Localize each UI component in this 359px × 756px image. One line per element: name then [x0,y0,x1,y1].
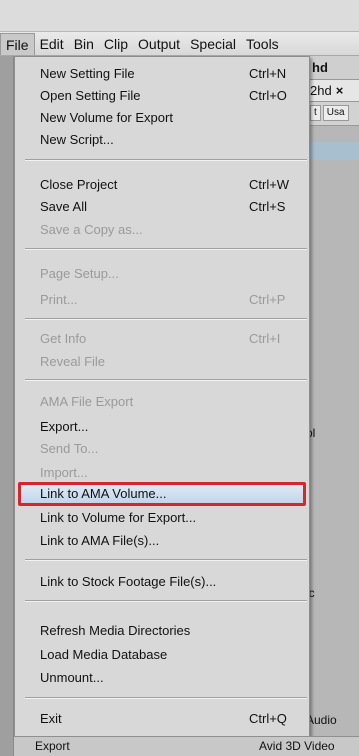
bin-tab-label: 2hd [310,83,332,98]
menu-item-label: Reveal File [40,354,106,369]
menu-item-label: Link to Volume for Export... [40,510,197,525]
menu-separator [25,248,307,250]
menu-item-link-to-stock-footage[interactable]: Link to Stock Footage File(s)... [15,571,309,593]
menu-item-shortcut: Ctrl+S [249,199,286,214]
menu-item-send-to: Send To... [15,438,309,460]
menu-item-label: Refresh Media Directories [40,623,191,638]
menu-clip[interactable]: Clip [99,33,133,55]
menu-item-import: Import... [15,462,309,484]
left-panel-edge [0,56,14,756]
menu-item-label: AMA File Export [40,394,134,409]
file-menu-dropdown: New Setting File Ctrl+N Open Setting Fil… [14,56,310,739]
menu-item-shortcut: Ctrl+P [249,292,286,307]
bin-usage-tab[interactable]: Usa [322,105,349,121]
menu-item-new-script[interactable]: New Script... [15,129,309,151]
menu-item-label: Send To... [40,441,99,456]
app-window: File Edit Bin Clip Output Special Tools … [0,0,359,756]
menu-item-label: Close Project [40,177,118,192]
menu-item-reveal-file: Reveal File [15,351,309,373]
menu-bin[interactable]: Bin [69,33,99,55]
menu-item-get-info: Get Info Ctrl+I [15,328,309,350]
menu-item-close-project[interactable]: Close Project Ctrl+W [15,174,309,196]
menu-separator [25,379,307,381]
menu-item-refresh-media-directories[interactable]: Refresh Media Directories [15,620,309,642]
menu-item-save-all[interactable]: Save All Ctrl+S [15,196,309,218]
menu-item-new-setting-file[interactable]: New Setting File Ctrl+N [15,63,309,85]
menu-item-link-to-ama-files[interactable]: Link to AMA File(s)... [15,530,309,552]
menu-item-shortcut: Ctrl+I [249,331,281,346]
menu-item-save-a-copy-as: Save a Copy as... [15,219,309,241]
bin-view-tab[interactable]: t [310,105,321,121]
menu-item-shortcut: Ctrl+W [249,177,290,192]
menu-item-ama-file-export: AMA File Export [15,391,309,413]
menu-separator [25,318,307,320]
menu-item-label: Exit [40,711,62,726]
menu-separator [25,600,307,602]
menu-separator [25,159,307,161]
menu-item-new-volume-for-export[interactable]: New Volume for Export [15,107,309,129]
menu-item-label: Import... [40,465,88,480]
menu-item-label: New Volume for Export [40,110,173,125]
menu-item-label: Page Setup... [40,266,119,281]
menu-item-label: Print... [40,292,78,307]
menu-item-print: Print... Ctrl+P [15,289,309,311]
menu-item-exit[interactable]: Exit Ctrl+Q [15,708,309,730]
menu-separator [25,697,307,699]
menu-item-label: Link to Stock Footage File(s)... [40,574,217,589]
menu-item-page-setup: Page Setup... [15,263,309,285]
menu-item-label: Export... [40,419,89,434]
bin-bottom-row[interactable]: Export Avid 3D Video [14,736,359,756]
menu-item-shortcut: Ctrl+N [249,66,287,81]
menu-item-open-setting-file[interactable]: Open Setting File Ctrl+O [15,85,309,107]
menu-item-shortcut: Ctrl+O [249,88,287,103]
close-icon[interactable]: × [336,83,344,98]
menu-item-load-media-database[interactable]: Load Media Database [15,644,309,666]
menu-item-label: New Setting File [40,66,135,81]
menu-item-label: Open Setting File [40,88,141,103]
menu-item-label: Link to AMA File(s)... [40,533,160,548]
title-bar [0,0,359,32]
menu-item-label: New Script... [40,132,114,147]
menu-bar: File Edit Bin Clip Output Special Tools [0,32,359,56]
menu-item-link-to-ama-volume[interactable]: Link to AMA Volume... [18,482,306,506]
menu-special[interactable]: Special [185,33,241,55]
menu-file[interactable]: File [0,32,35,55]
menu-item-label: Link to AMA Volume... [40,486,167,501]
menu-item-label: Save a Copy as... [40,222,143,237]
menu-item-label: Load Media Database [40,647,168,662]
menu-item-export[interactable]: Export... [15,416,309,438]
menu-tools[interactable]: Tools [241,33,284,55]
menu-item-label: Get Info [40,331,87,346]
menu-item-label: Save All [40,199,87,214]
menu-item-shortcut: Ctrl+Q [249,711,287,726]
menu-edit[interactable]: Edit [35,33,69,55]
menu-output[interactable]: Output [133,33,185,55]
menu-item-unmount[interactable]: Unmount... [15,667,309,689]
menu-item-label: Unmount... [40,670,104,685]
bottom-row-type: Avid 3D Video [259,739,335,753]
bottom-row-name: Export [35,739,70,753]
menu-item-link-to-volume-for-export[interactable]: Link to Volume for Export... [15,507,309,529]
menu-separator [25,559,307,561]
